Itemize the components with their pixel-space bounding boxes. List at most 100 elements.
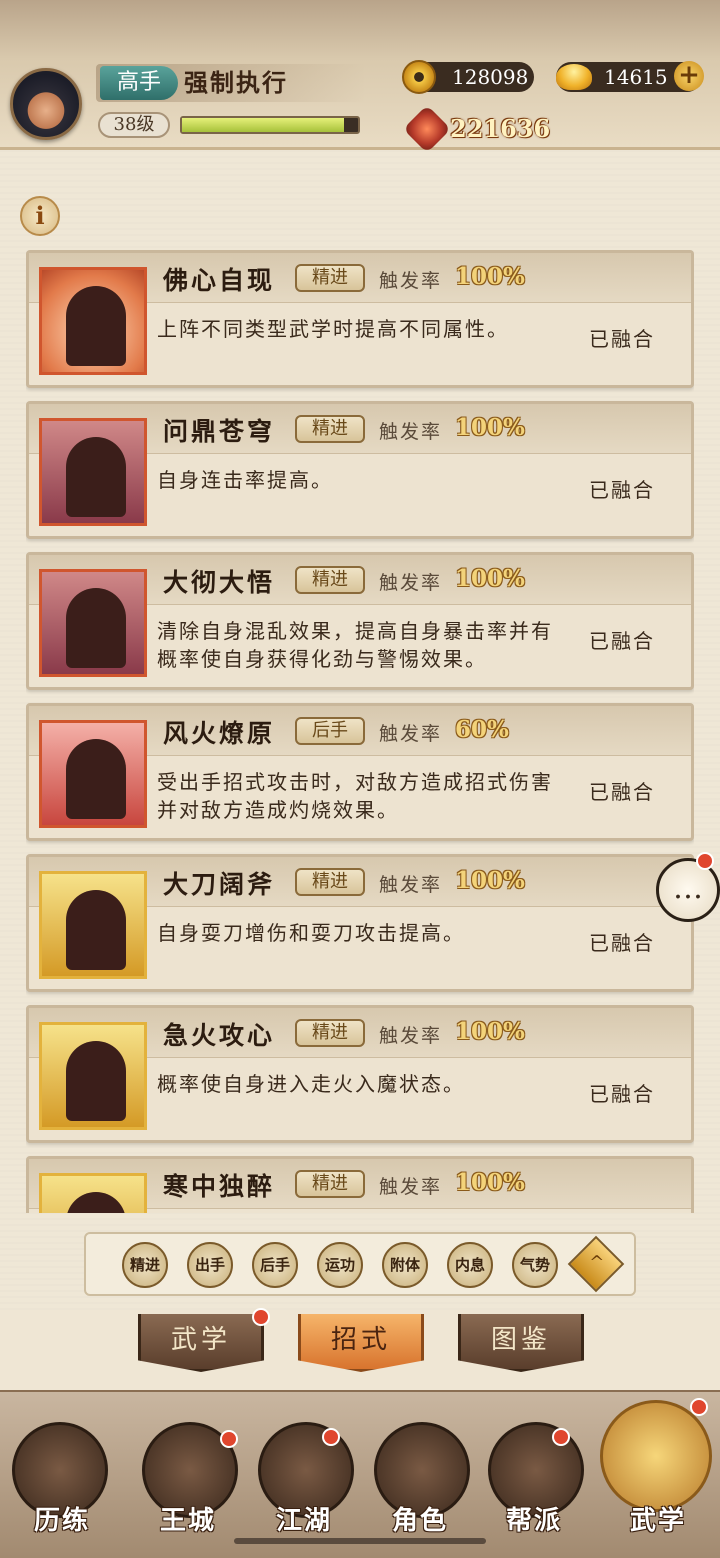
- nav-label-lilian: 历练: [33, 1506, 90, 1536]
- tab-tujian[interactable]: 图鉴: [458, 1314, 584, 1372]
- ingot-value: 14615: [604, 65, 668, 89]
- trigger-rate-value: 100%: [455, 414, 525, 441]
- nav-label-wangcheng: 王城: [159, 1506, 216, 1536]
- player-avatar[interactable]: [10, 68, 82, 140]
- skill-description: 上阵不同类型武学时提高不同属性。: [157, 317, 509, 341]
- tab-wuxue[interactable]: 武学: [138, 1314, 264, 1372]
- trigger-rate-label: 触发率: [379, 1176, 443, 1198]
- skill-description: 清除自身混乱效果，提高自身暴击率并有概率使自身获得化劲与警惕效果。: [157, 619, 553, 671]
- trigger-rate-label: 触发率: [379, 874, 443, 896]
- nav-dot-wangcheng: [220, 1430, 238, 1448]
- fusion-status: 已融合: [589, 1082, 655, 1106]
- filter-button[interactable]: 附体: [382, 1242, 428, 1288]
- trigger-rate-value: 60%: [455, 716, 509, 743]
- skill-title: 急火攻心: [163, 1021, 276, 1050]
- skill-card[interactable]: 大彻大悟 精进 触发率 100% 清除自身混乱效果，提高自身暴击率并有概率使自身获得化劲…: [26, 552, 694, 690]
- fusion-status: 已融合: [589, 780, 655, 804]
- skill-type-tag: 精进: [295, 264, 365, 292]
- nav-label-jianghu: 江湖: [275, 1506, 332, 1536]
- nav-label-bangpai: 帮派: [505, 1506, 562, 1536]
- skill-type-tag: 精进: [295, 566, 365, 594]
- nav-dot-wuxue: [690, 1398, 708, 1416]
- skill-description: 概率使自身进入走火入魔状态。: [157, 1072, 465, 1096]
- trigger-rate-label: 触发率: [379, 421, 443, 443]
- skill-type-tag: 后手: [295, 717, 365, 745]
- exp-bar-fill: [182, 118, 344, 132]
- rank-badge: 高手: [100, 66, 178, 100]
- fusion-status: 已融合: [589, 327, 655, 351]
- skill-art-figure: [66, 588, 126, 668]
- coin-icon: [402, 60, 436, 94]
- skill-card[interactable]: 问鼎苍穹 精进 触发率 100% 自身连击率提高。 已融合: [26, 401, 694, 539]
- chat-notification-dot: [696, 852, 714, 870]
- skill-type-tag: 精进: [295, 415, 365, 443]
- player-name: 强制执行: [184, 68, 288, 97]
- skill-type-tag: 精进: [295, 1019, 365, 1047]
- skill-description: 自身耍刀增伤和耍刀攻击提高。: [157, 921, 465, 945]
- tab-zhaoshi[interactable]: 招式: [298, 1314, 424, 1372]
- filter-button[interactable]: 出手: [187, 1242, 233, 1288]
- trigger-rate-label: 触发率: [379, 1025, 443, 1047]
- skill-card[interactable]: 佛心自现 精进 触发率 100% 上阵不同类型武学时提高不同属性。 已融合: [26, 250, 694, 388]
- chat-icon-glyph: …: [673, 871, 703, 906]
- skill-title: 大刀阔斧: [163, 870, 276, 899]
- skill-art-figure: [66, 437, 126, 517]
- filter-button[interactable]: 气势: [512, 1242, 558, 1288]
- skill-title: 问鼎苍穹: [163, 417, 276, 446]
- skill-description: 受出手招式攻击时，对敌方造成招式伤害并对敌方造成灼烧效果。: [157, 770, 553, 822]
- meditating-figure-icon: [39, 569, 147, 677]
- home-indicator: [234, 1538, 486, 1544]
- fusion-status: 已融合: [589, 629, 655, 653]
- trigger-rate-value: 100%: [455, 867, 525, 894]
- blade-warrior-icon: [39, 871, 147, 979]
- collapse-filter-button[interactable]: ^: [567, 1235, 625, 1293]
- skill-card[interactable]: 寒中独醉 精进 触发率 100%: [26, 1156, 694, 1213]
- skill-title: 佛心自现: [163, 266, 276, 295]
- level-badge: 38级: [98, 112, 170, 138]
- nav-label-juese: 角色: [391, 1506, 448, 1536]
- coin-counter[interactable]: 128098: [402, 60, 534, 94]
- trigger-rate-value: 100%: [455, 1169, 525, 1196]
- skill-card[interactable]: 风火燎原 后手 触发率 60% 受出手招式攻击时，对敌方造成招式伤害并对敌方造成灼烧效果…: [26, 703, 694, 841]
- filter-bar: ^ 精进 出手 后手 运功 附体 内息 气势: [84, 1232, 636, 1296]
- filter-button[interactable]: 内息: [447, 1242, 493, 1288]
- trigger-rate-label: 触发率: [379, 572, 443, 594]
- skill-art-figure: [66, 890, 126, 970]
- praying-hands-icon: [39, 267, 147, 375]
- filter-button[interactable]: 精进: [122, 1242, 168, 1288]
- trigger-rate-value: 100%: [455, 1018, 525, 1045]
- nav-label-wuxue: 武学: [629, 1506, 686, 1536]
- flexing-figure-icon: [39, 1022, 147, 1130]
- coin-value: 128098: [452, 65, 529, 89]
- trigger-rate-value: 100%: [455, 565, 525, 592]
- filter-button[interactable]: 运功: [317, 1242, 363, 1288]
- fusion-status: 已融合: [589, 931, 655, 955]
- add-ingot-button[interactable]: +: [674, 61, 704, 91]
- nav-dot-jianghu: [322, 1428, 340, 1446]
- nav-dot-bangpai: [552, 1428, 570, 1446]
- nav-wuxue-icon[interactable]: [600, 1400, 712, 1512]
- skill-card[interactable]: 大刀阔斧 精进 触发率 100% 自身耍刀增伤和耍刀攻击提高。 已融合: [26, 854, 694, 992]
- skill-art-figure: [66, 1041, 126, 1121]
- skill-art-figure: [66, 286, 126, 366]
- gold-ingot-icon: [556, 64, 592, 90]
- skill-type-tag: 精进: [295, 868, 365, 896]
- trigger-rate-label: 触发率: [379, 270, 443, 292]
- skill-title: 风火燎原: [163, 719, 276, 748]
- chevron-up-icon: ^: [589, 1252, 605, 1274]
- swordsman-silhouette-icon: [39, 418, 147, 526]
- skill-description: 自身连击率提高。: [157, 468, 333, 492]
- filter-button[interactable]: 后手: [252, 1242, 298, 1288]
- skill-title: 大彻大悟: [163, 568, 276, 597]
- trigger-rate-value: 100%: [455, 263, 525, 290]
- trigger-rate-label: 触发率: [379, 723, 443, 745]
- tab-notification-dot: [252, 1308, 270, 1326]
- skill-art-figure: [66, 739, 126, 819]
- skill-card[interactable]: 急火攻心 精进 触发率 100% 概率使自身进入走火入魔状态。 已融合: [26, 1005, 694, 1143]
- fire-clouds-icon: [39, 720, 147, 828]
- skill-list[interactable]: 佛心自现 精进 触发率 100% 上阵不同类型武学时提高不同属性。 已融合 问鼎苍穹 精进 触发…: [26, 250, 694, 1213]
- info-icon[interactable]: i: [20, 196, 60, 236]
- section-tabs: 武学 招式 图鉴: [0, 1310, 720, 1390]
- combat-power-value: 221636: [450, 114, 551, 143]
- ingot-counter[interactable]: 14615 +: [556, 61, 704, 92]
